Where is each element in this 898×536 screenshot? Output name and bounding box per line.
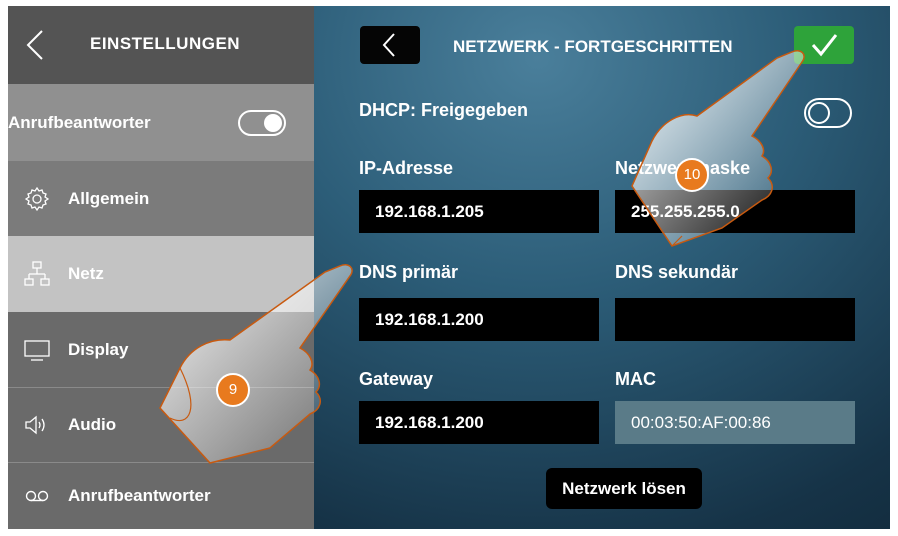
mac-field: 00:03:50:AF:00:86 bbox=[615, 401, 855, 444]
release-network-button[interactable]: Netzwerk lösen bbox=[546, 468, 702, 509]
answering-toggle-label: Anrufbeantworter bbox=[8, 112, 151, 132]
sidebar-item-allgemein[interactable]: Allgemein bbox=[8, 161, 314, 236]
dns-secondary-label: DNS sekundär bbox=[615, 262, 739, 282]
sidebar-item-label: Audio bbox=[68, 415, 117, 434]
dns-primary-field[interactable]: 192.168.1.200 bbox=[359, 298, 599, 341]
sidebar-item-label: Netz bbox=[68, 264, 104, 283]
pointing-hand-illustration bbox=[159, 264, 353, 464]
answering-machine-toggle[interactable] bbox=[238, 110, 286, 136]
dns-secondary-field[interactable] bbox=[615, 298, 855, 341]
speaker-icon bbox=[25, 415, 45, 435]
monitor-icon bbox=[24, 339, 50, 361]
sidebar-item-label: Display bbox=[68, 339, 129, 359]
gateway-field[interactable]: 192.168.1.200 bbox=[359, 401, 599, 444]
sidebar-item-answering-machine-toggle[interactable]: Anrufbeantworter bbox=[8, 84, 314, 161]
step-callout-10: 10 bbox=[675, 158, 709, 192]
gear-icon bbox=[24, 186, 50, 211]
sidebar-item-label: Anrufbeantworter bbox=[68, 486, 211, 505]
back-arrow-icon[interactable] bbox=[24, 28, 48, 62]
dhcp-label: DHCP: Freigegeben bbox=[359, 100, 529, 120]
sidebar-item-label: Allgemein bbox=[68, 188, 150, 208]
back-button[interactable] bbox=[360, 26, 420, 64]
toggle-knob bbox=[264, 114, 282, 132]
ip-address-field[interactable]: 192.168.1.205 bbox=[359, 190, 599, 233]
step-callout-9: 9 bbox=[216, 373, 250, 407]
voicemail-icon bbox=[25, 490, 49, 502]
sidebar-header: EINSTELLUNGEN bbox=[8, 6, 314, 84]
ip-address-label: IP-Adresse bbox=[359, 158, 454, 178]
sidebar-title: EINSTELLUNGEN bbox=[90, 34, 241, 53]
mac-label: MAC bbox=[615, 369, 656, 389]
pointing-hand-illustration bbox=[631, 50, 805, 247]
network-icon bbox=[24, 261, 50, 286]
sidebar-item-anrufbeantworter[interactable]: Anrufbeantworter bbox=[8, 463, 314, 529]
chevron-left-icon bbox=[382, 33, 395, 57]
